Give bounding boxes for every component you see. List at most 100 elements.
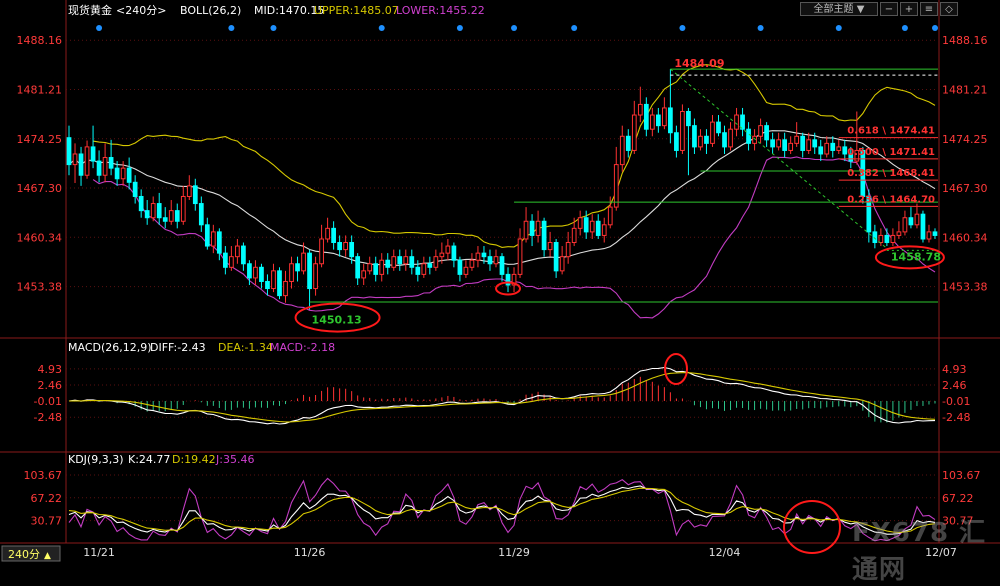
candle — [78, 146, 84, 186]
kdj-d-value: D:19.42 — [172, 453, 216, 466]
top-toolbar: 全部主题 ▼ − + ≡ ◇ — [800, 2, 958, 16]
kdj-k-value: K:24.77 — [128, 453, 170, 466]
candle — [259, 263, 264, 289]
candle — [511, 267, 517, 293]
candle-body — [890, 234, 896, 244]
minus-icon: − — [884, 4, 894, 15]
candle-body — [932, 231, 938, 236]
candle-body — [577, 217, 583, 229]
candle-body — [908, 217, 914, 226]
macd-dea-value: DEA:-1.34 — [218, 341, 273, 354]
candle — [337, 235, 342, 257]
candle — [409, 249, 415, 275]
candle-body — [547, 242, 553, 251]
candle-body — [824, 142, 830, 155]
macd-tick-right: 4.93 — [942, 363, 967, 376]
candle-body — [192, 185, 198, 205]
candle — [433, 249, 439, 271]
price-tick-right: 1467.30 — [942, 182, 988, 195]
candle — [842, 139, 848, 162]
candle — [776, 132, 781, 151]
candle-body — [475, 252, 481, 261]
candle-body — [331, 227, 336, 244]
candle — [914, 203, 920, 229]
candle-body — [710, 121, 715, 144]
candle — [355, 253, 361, 286]
candle-body — [138, 195, 144, 212]
candle-body — [884, 234, 890, 244]
candle — [229, 246, 234, 271]
price-tick-right: 1460.34 — [942, 231, 988, 244]
kdj-tick-left: 67.22 — [31, 492, 63, 505]
candle — [595, 214, 601, 239]
candle-body — [493, 256, 499, 265]
minus-button[interactable]: − — [880, 2, 898, 16]
candle-body — [289, 263, 294, 282]
candle-body — [842, 146, 848, 155]
candle-body — [920, 213, 926, 240]
plus-button[interactable]: + — [900, 2, 918, 16]
candle-body — [818, 146, 824, 155]
candle-body — [788, 142, 794, 151]
candle-body — [529, 220, 535, 236]
candle — [830, 136, 836, 158]
macd-tick-left: 2.46 — [38, 379, 63, 392]
candle — [271, 263, 276, 293]
candle — [427, 256, 433, 275]
candle-body — [204, 224, 210, 247]
candle — [613, 146, 619, 211]
candle — [631, 100, 637, 154]
candle — [734, 107, 739, 137]
candle-body — [108, 157, 114, 169]
settings-icon: ≡ — [924, 4, 934, 15]
candle — [144, 200, 150, 225]
candle — [90, 125, 96, 169]
candle-body — [770, 139, 775, 148]
price-tick-left: 1453.38 — [17, 281, 63, 294]
candle — [457, 256, 463, 282]
macd-value: MACD:-2.18 — [270, 341, 335, 354]
candle — [698, 129, 703, 151]
candle-body — [445, 245, 451, 254]
candle-body — [836, 146, 842, 151]
candle — [674, 125, 679, 158]
candle-body — [174, 210, 180, 222]
candle — [415, 260, 421, 282]
settings-button[interactable]: ≡ — [920, 2, 938, 16]
candle — [601, 217, 607, 243]
low-annotation: 1450.13 — [312, 314, 362, 327]
candle-body — [78, 153, 84, 176]
candle-body — [776, 139, 781, 148]
event-dot — [511, 25, 518, 31]
candle-body — [313, 263, 318, 290]
macd-label: MACD(26,12,9) — [68, 341, 152, 354]
candle-body — [349, 242, 355, 258]
theme-menu-label: 全部主题 — [813, 4, 854, 15]
candle-body — [403, 256, 409, 265]
candle — [547, 231, 553, 257]
candle-body — [114, 167, 120, 180]
macd-tick-right: 2.46 — [942, 379, 967, 392]
candle — [84, 140, 90, 179]
candle — [331, 221, 336, 250]
candle-body — [409, 256, 415, 268]
low-annotation: 1458.78 — [891, 250, 941, 263]
candle — [589, 214, 595, 239]
date-label: 11/26 — [294, 546, 326, 559]
candle — [728, 122, 733, 151]
candle-body — [223, 252, 228, 268]
candle-body — [150, 203, 156, 219]
expand-button[interactable]: ◇ — [940, 2, 958, 16]
chart-canvas[interactable]: 1488.16 1488.16 1481.21 1481.21 1474.25 1474.… — [0, 0, 1000, 563]
candle — [662, 97, 667, 130]
candle — [325, 217, 330, 243]
symbol-name: 现货黄金 — [68, 3, 112, 17]
event-dot — [456, 25, 463, 31]
candle — [571, 217, 577, 247]
candle-body — [764, 125, 769, 141]
candle — [445, 238, 451, 261]
kdj-pane — [68, 477, 936, 542]
theme-menu-button[interactable]: 全部主题 ▼ — [800, 2, 878, 16]
candle-body — [740, 114, 745, 130]
candle-body — [758, 125, 763, 137]
